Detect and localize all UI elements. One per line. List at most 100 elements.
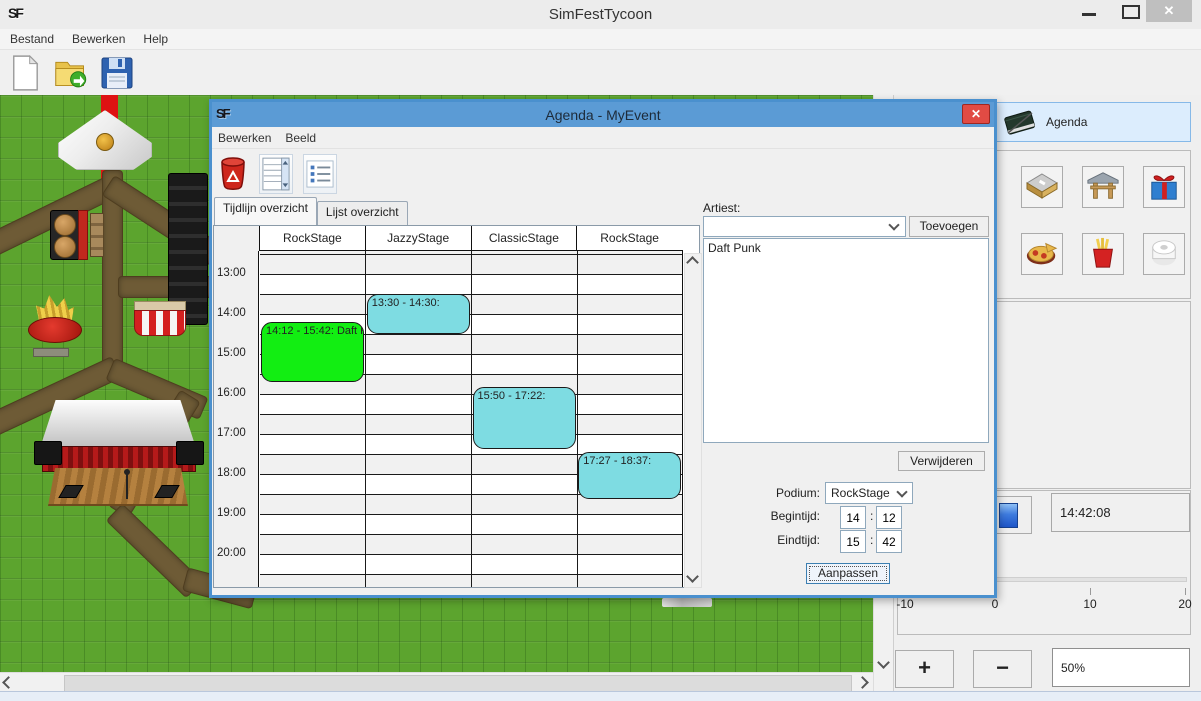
begin-hour-input[interactable] (840, 506, 866, 529)
tab-lijst-overzicht[interactable]: Lijst overzicht (317, 201, 408, 225)
artist-combobox[interactable] (703, 216, 906, 237)
scroll-up-icon[interactable] (688, 258, 697, 267)
begin-minute-input[interactable] (876, 506, 902, 529)
slider-label: -10 (896, 597, 913, 611)
time-label: 15:00 (217, 347, 246, 359)
timeline-view-icon[interactable] (259, 154, 293, 194)
schedule-table: RockStageJazzyStageClassicStageRockStage… (213, 225, 700, 588)
burger-icon (54, 214, 76, 236)
slider-tick (1090, 588, 1091, 595)
tab-tijdlijn-overzicht[interactable]: Tijdlijn overzicht (214, 197, 317, 225)
new-file-icon[interactable] (8, 55, 42, 91)
dialog-menu-item-beeld[interactable]: Beeld (285, 131, 316, 145)
scroll-down-icon[interactable] (688, 572, 697, 581)
save-file-icon[interactable] (100, 55, 134, 91)
schedule-event[interactable]: 13:30 - 14:30: (367, 294, 470, 334)
close-button[interactable]: ✕ (1146, 0, 1192, 22)
podium-label: Podium: (772, 486, 820, 500)
item-button-gate[interactable] (1082, 166, 1124, 208)
schedule-event[interactable]: 15:50 - 17:22: (473, 387, 576, 448)
item-button-gift[interactable] (1143, 166, 1185, 208)
chevron-down-icon (888, 219, 899, 230)
item-button-pizza[interactable] (1021, 233, 1063, 275)
dialog-close-button[interactable]: ✕ (962, 104, 990, 124)
ticket-stand-object[interactable] (134, 310, 186, 336)
fries-stand-object[interactable] (28, 317, 82, 343)
clock-value: 14:42:08 (1060, 505, 1111, 520)
list-view-icon[interactable] (303, 154, 337, 194)
stage-speaker-left (34, 441, 62, 465)
pizza-icon (1025, 239, 1059, 270)
slider-label: 10 (1083, 597, 1096, 611)
artist-label: Artiest: (703, 201, 740, 215)
play-icon (999, 503, 1018, 528)
column-header: RockStage (576, 226, 682, 250)
open-file-icon[interactable] (54, 55, 88, 91)
window-title: SimFestTycoon (0, 6, 1201, 23)
column-header: JazzyStage (365, 226, 471, 250)
maximize-icon[interactable] (1122, 5, 1140, 19)
slider-tick (1185, 588, 1186, 595)
scroll-right-icon[interactable] (858, 678, 867, 687)
end-hour-input[interactable] (840, 530, 866, 553)
status-bar (0, 691, 1201, 701)
microphone-icon (126, 473, 128, 499)
item-button-road-tile[interactable] (1021, 166, 1063, 208)
remove-button[interactable]: Verwijderen (898, 451, 985, 471)
schedule-corner (214, 226, 259, 251)
column-header: RockStage (259, 226, 365, 250)
zoom-out-button[interactable]: − (973, 650, 1032, 688)
zoom-level-value: 50% (1061, 661, 1085, 675)
artist-listbox[interactable]: Daft Punk (703, 238, 989, 443)
time-label: 17:00 (217, 427, 246, 439)
apply-button[interactable]: Aanpassen (806, 563, 890, 584)
menu-item-bestand[interactable]: Bestand (10, 32, 54, 46)
trash-icon[interactable] (217, 155, 249, 193)
agenda-book-icon (1002, 107, 1038, 140)
end-minute-input[interactable] (876, 530, 902, 553)
time-label: 14:00 (217, 307, 246, 319)
map-horizontal-scrollbar[interactable] (0, 672, 873, 692)
tent-logo-icon (96, 133, 114, 151)
item-button-toilet-paper[interactable] (1143, 233, 1185, 275)
scrollbar-thumb[interactable] (64, 675, 852, 692)
menu-item-bewerken[interactable]: Bewerken (72, 32, 125, 46)
menu-item-help[interactable]: Help (143, 32, 168, 46)
artist-list-item[interactable]: Daft Punk (704, 239, 988, 257)
schedule-grid[interactable]: 14:12 - 15:42: Daft Punk13:30 - 14:30: 15… (260, 251, 683, 587)
time-label: 16:00 (217, 387, 246, 399)
clock-display: 14:42:08 (1051, 493, 1190, 532)
add-artist-button[interactable]: Toevoegen (909, 216, 989, 237)
podium-combobox-value: RockStage (831, 486, 890, 500)
item-button-fries[interactable] (1082, 233, 1124, 275)
minimize-icon[interactable] (1082, 13, 1096, 16)
time-colon: : (870, 509, 873, 523)
column-separator (471, 251, 472, 587)
gift-icon (1148, 170, 1180, 205)
road-tile-icon (1024, 171, 1060, 204)
dialog-menu-item-bewerken[interactable]: Bewerken (218, 131, 271, 145)
schedule-event[interactable]: 17:27 - 18:37: (578, 452, 681, 499)
stage-roof (40, 400, 196, 448)
begin-time-label: Begintijd: (760, 509, 820, 523)
scroll-down-icon[interactable] (879, 658, 888, 667)
time-colon: : (870, 533, 873, 547)
schedule-time-gutter: 13:0014:0015:0016:0017:0018:0019:0020:00 (214, 251, 259, 587)
scroll-left-icon[interactable] (4, 678, 13, 687)
time-label: 18:00 (217, 467, 246, 479)
agenda-button[interactable]: Agenda (993, 102, 1191, 142)
zoom-in-button[interactable]: + (895, 650, 954, 688)
end-time-label: Eindtijd: (760, 533, 820, 547)
schedule-scrollbar[interactable] (684, 253, 702, 588)
zoom-level-box: 50% (1052, 648, 1190, 687)
schedule-event[interactable]: 14:12 - 15:42: Daft Punk (261, 322, 364, 382)
podium-combobox[interactable]: RockStage (825, 482, 913, 504)
burger-icon (54, 236, 76, 258)
stage-speaker-right (176, 441, 204, 465)
dialog-menubar: Bewerken Beeld (212, 127, 994, 149)
dialog-titlebar[interactable]: SF Agenda - MyEvent ✕ (212, 102, 994, 127)
main-toolbar (0, 50, 1201, 95)
column-header: ClassicStage (471, 226, 577, 250)
dialog-tabs: Tijdlijn overzichtLijst overzicht (214, 200, 408, 225)
agenda-button-label: Agenda (1046, 115, 1087, 129)
